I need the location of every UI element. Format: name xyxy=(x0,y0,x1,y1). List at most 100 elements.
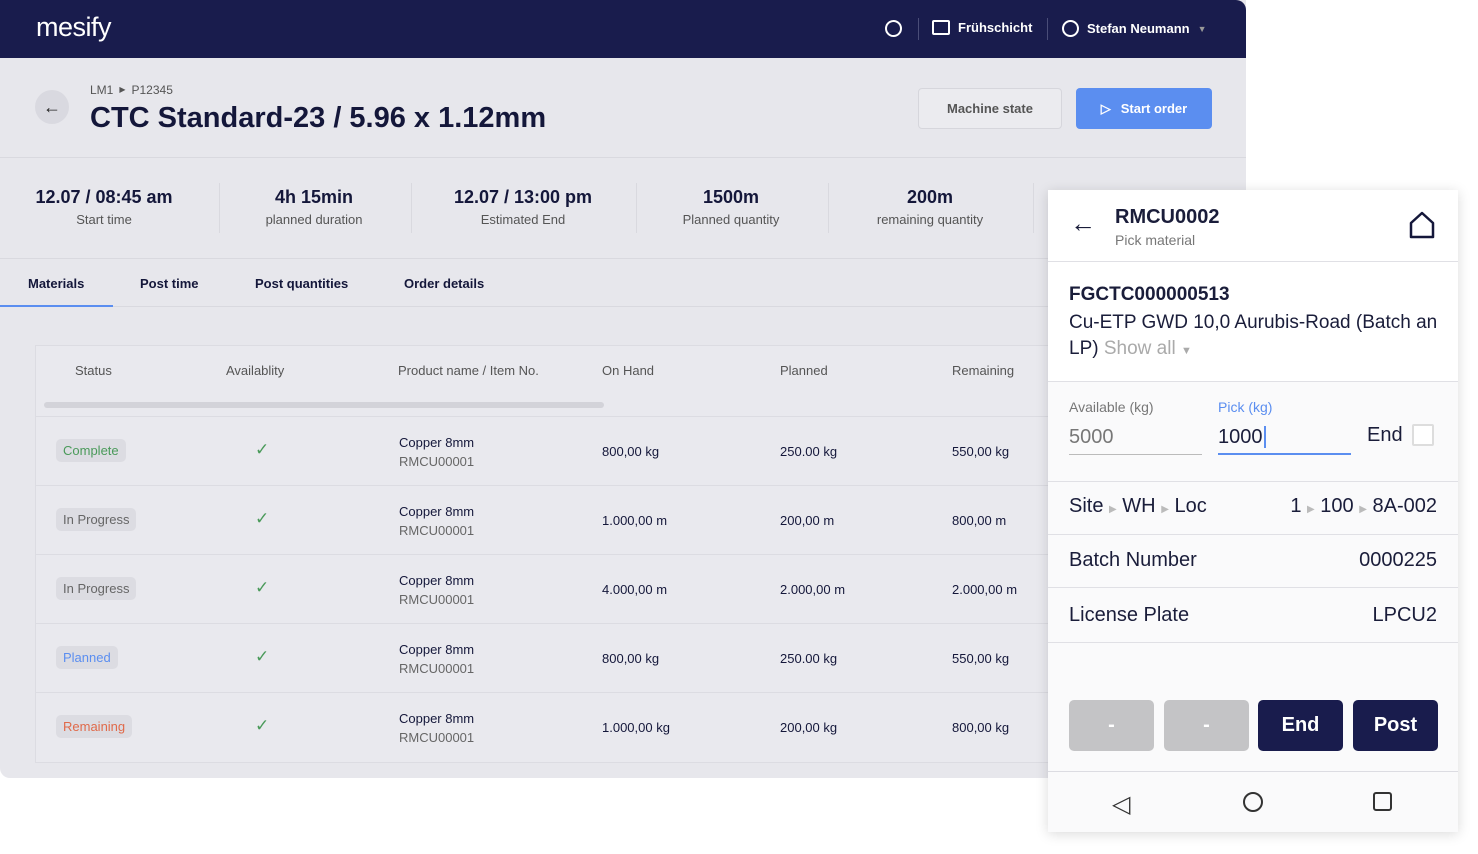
status-badge: Remaining xyxy=(56,715,133,738)
table-row[interactable]: In Progress ✓ Copper 8mm RMCU00001 4.000… xyxy=(36,554,1066,623)
plate-value: LPCU2 xyxy=(1372,604,1437,626)
post-button[interactable]: Post xyxy=(1353,700,1438,751)
product-name: Copper 8mm xyxy=(399,504,475,519)
stat-label: planned duration xyxy=(265,212,363,227)
phone-title: RMCU0002 xyxy=(1115,206,1220,228)
briefcase-icon xyxy=(932,20,950,35)
item-number: RMCU00001 xyxy=(399,730,475,745)
user-name: Stefan Neumann xyxy=(1087,21,1190,36)
divider xyxy=(411,183,412,233)
status-badge: Complete xyxy=(56,439,126,462)
item-number: RMCU00001 xyxy=(399,523,475,538)
planned: 2.000,00 m xyxy=(780,582,846,597)
tab-order-details[interactable]: Order details xyxy=(404,276,484,291)
breadcrumb-item[interactable]: P12345 xyxy=(132,83,173,97)
column-header: Product name / Item No. xyxy=(398,363,539,378)
remaining: 2.000,00 m xyxy=(952,582,1018,597)
back-button[interactable]: ← xyxy=(35,90,69,124)
check-icon: ✓ xyxy=(255,647,270,666)
stat-item: 4h 15min planned duration xyxy=(214,187,414,227)
on-hand: 800,00 kg xyxy=(602,444,660,459)
mobile-pick-panel: ← RMCU0002 Pick material FGCTC000000513 … xyxy=(1048,190,1458,832)
table-row[interactable]: Planned ✓ Copper 8mm RMCU00001 800,00 kg… xyxy=(36,623,1066,692)
table-row[interactable]: In Progress ✓ Copper 8mm RMCU00001 1.000… xyxy=(36,485,1066,554)
table-row[interactable]: Complete ✓ Copper 8mm RMCU00001 800,00 k… xyxy=(36,416,1066,485)
stat-value: 1500m xyxy=(702,187,760,207)
nav-back-icon[interactable]: ◁ xyxy=(1112,790,1130,819)
chevron-down-icon: ▼ xyxy=(1197,23,1207,34)
notification-icon[interactable] xyxy=(885,20,902,37)
tab-post-time[interactable]: Post time xyxy=(140,276,199,291)
top-bar: mesify Frühschicht Stefan Neumann ▼ xyxy=(0,0,1246,58)
on-hand: 4.000,00 m xyxy=(602,582,668,597)
stat-value: 4h 15min xyxy=(274,187,354,207)
product-name: Copper 8mm xyxy=(399,435,475,450)
tab-post-quantities[interactable]: Post quantities xyxy=(255,276,348,291)
stat-value: 12.07 / 13:00 pm xyxy=(453,187,593,207)
planned: 250.00 kg xyxy=(780,444,838,459)
pick-input[interactable]: 1000 xyxy=(1218,426,1351,455)
stat-value: 12.07 / 08:45 am xyxy=(35,187,173,207)
shift-label: Frühschicht xyxy=(958,20,1033,35)
status-badge: In Progress xyxy=(56,508,137,531)
remaining: 550,00 kg xyxy=(952,651,1010,666)
stat-item: 200m remaining quantity xyxy=(830,187,1030,227)
pick-label: Pick (kg) xyxy=(1218,399,1273,415)
planned: 250.00 kg xyxy=(780,651,838,666)
phone-subtitle: Pick material xyxy=(1115,232,1196,248)
divider xyxy=(828,183,829,233)
chevron-down-icon: ▼ xyxy=(1180,345,1192,357)
logo: mesify xyxy=(36,12,112,42)
column-header: Remaining xyxy=(952,363,1015,378)
status-badge: In Progress xyxy=(56,577,137,600)
stat-label: remaining quantity xyxy=(876,212,984,227)
disabled-button[interactable]: - xyxy=(1069,700,1154,751)
shift-selector[interactable]: Frühschicht xyxy=(932,20,1032,35)
end-label: End xyxy=(1367,424,1403,446)
on-hand: 1.000,00 m xyxy=(602,513,668,528)
show-all-link[interactable]: Show all xyxy=(1104,338,1176,359)
location-values: 1 ▶ 100 ▶ 8A-002 xyxy=(1290,495,1437,517)
horizontal-scrollbar[interactable] xyxy=(44,402,604,408)
planned: 200,00 m xyxy=(780,513,835,528)
machine-state-button[interactable]: Machine state xyxy=(918,88,1062,129)
product-name: Copper 8mm xyxy=(399,573,475,588)
end-checkbox[interactable] xyxy=(1412,424,1434,446)
check-icon: ✓ xyxy=(255,716,270,735)
stat-label: Start time xyxy=(76,212,132,227)
start-order-button[interactable]: ▷ Start order xyxy=(1076,88,1212,129)
back-arrow-icon[interactable]: ← xyxy=(1070,208,1096,239)
breadcrumb-item[interactable]: LM1 xyxy=(90,83,113,97)
stat-label: Estimated End xyxy=(480,212,566,227)
nav-home-icon[interactable] xyxy=(1243,792,1263,812)
check-icon: ✓ xyxy=(255,509,270,528)
product-name: Copper 8mm xyxy=(399,642,475,657)
column-header: Status xyxy=(75,363,112,378)
tab-materials[interactable]: Materials xyxy=(28,276,84,291)
end-button[interactable]: End xyxy=(1258,700,1343,751)
table-row[interactable]: Remaining ✓ Copper 8mm RMCU00001 1.000,0… xyxy=(36,692,1066,761)
user-menu[interactable]: Stefan Neumann ▼ xyxy=(1062,20,1207,37)
check-icon: ✓ xyxy=(255,440,270,459)
column-header: Availablity xyxy=(226,363,285,378)
product-name: Copper 8mm xyxy=(399,711,475,726)
batch-value: 0000225 xyxy=(1359,549,1437,571)
check-icon: ✓ xyxy=(255,578,270,597)
remaining: 800,00 m xyxy=(952,513,1007,528)
plate-label: License Plate xyxy=(1069,604,1190,626)
on-hand: 1.000,00 kg xyxy=(602,720,670,735)
on-hand: 800,00 kg xyxy=(602,651,660,666)
item-number: RMCU00001 xyxy=(399,454,475,469)
active-tab-indicator xyxy=(0,305,113,307)
nav-recents-icon[interactable] xyxy=(1373,792,1392,811)
divider xyxy=(219,183,220,233)
divider xyxy=(1033,183,1034,233)
column-header: Planned xyxy=(780,363,828,378)
home-icon[interactable] xyxy=(1408,210,1436,240)
stat-item: 1500m Planned quantity xyxy=(631,187,831,227)
remaining: 800,00 kg xyxy=(952,720,1010,735)
disabled-button[interactable]: - xyxy=(1164,700,1249,751)
play-icon: ▷ xyxy=(1100,100,1111,116)
remaining: 550,00 kg xyxy=(952,444,1010,459)
user-icon xyxy=(1062,20,1079,37)
